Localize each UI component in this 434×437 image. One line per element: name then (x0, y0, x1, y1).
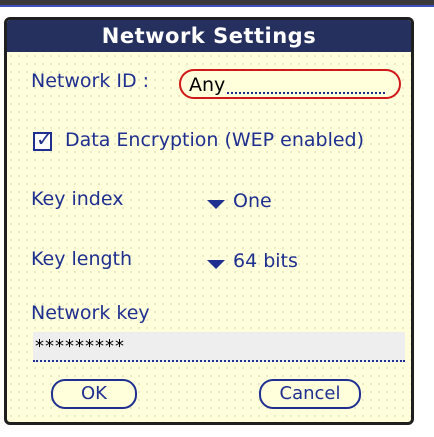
network-id-underline (227, 92, 385, 94)
checkbox-checked-icon: ✓ (36, 127, 53, 151)
key-index-dropdown-icon[interactable] (207, 200, 225, 209)
network-id-label: Network ID : (31, 70, 150, 92)
ok-button[interactable]: OK (51, 379, 137, 409)
encryption-label[interactable]: Data Encryption (WEP enabled) (65, 129, 364, 151)
network-id-value[interactable]: Any (189, 74, 225, 96)
key-length-value[interactable]: 64 bits (233, 250, 298, 272)
network-key-label: Network key (31, 302, 150, 324)
key-length-label: Key length (31, 248, 133, 270)
key-index-label: Key index (31, 188, 124, 210)
encryption-checkbox[interactable]: ✓ (33, 127, 53, 151)
network-id-field[interactable]: Any (179, 69, 401, 99)
network-settings-dialog: Network Settings Network ID : Any ✓ Data… (4, 17, 414, 425)
device-top-bar-accent (0, 5, 434, 7)
key-index-value[interactable]: One (233, 190, 272, 212)
network-key-field[interactable]: ********* (33, 332, 405, 362)
dialog-title: Network Settings (7, 20, 411, 52)
device-top-bar (0, 0, 434, 10)
key-length-dropdown-icon[interactable] (207, 260, 225, 269)
network-key-value[interactable]: ********* (35, 336, 125, 357)
cancel-button[interactable]: Cancel (259, 379, 361, 409)
